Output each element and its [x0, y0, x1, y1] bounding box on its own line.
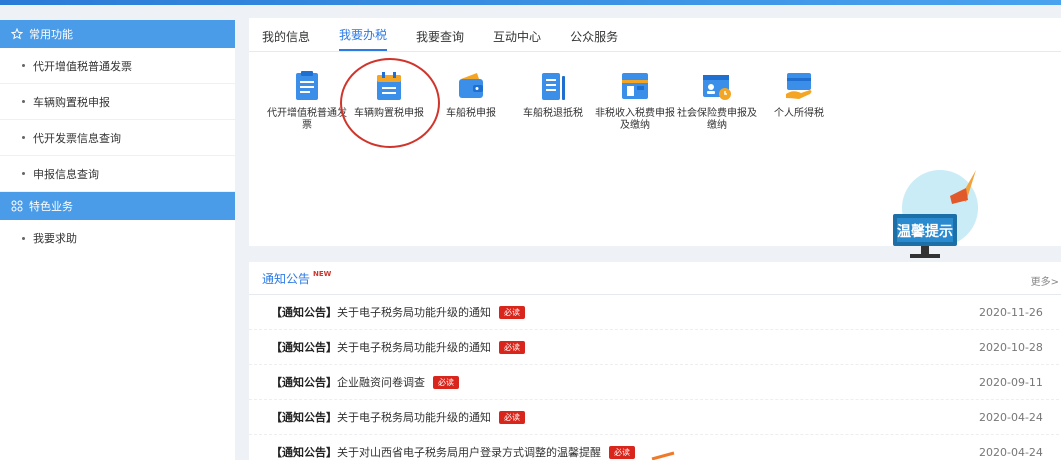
social-insurance-icon [703, 75, 731, 100]
sidebar-item-label: 申报信息查询 [33, 167, 99, 181]
notice-header: 通知公告 NEW 更多> [249, 262, 1061, 295]
tile-label: 车船税申报 [446, 108, 496, 119]
notice-date: 2020-04-24 [979, 410, 1043, 424]
tip-label: 温馨提示 [897, 223, 953, 240]
tile-label: 非税收入税费申报及缴纳 [595, 108, 675, 131]
sidebar: 常用功能 代开增值税普通发票 车辆购置税申报 代开发票信息查询 申报信息查询 特… [0, 20, 235, 460]
must-read-badge: 必读 [433, 375, 459, 389]
sidebar-item-label: 代开增值税普通发票 [33, 59, 132, 73]
notice-row[interactable]: 【通知公告】 关于电子税务局功能升级的通知 必读 2020-10-28 [249, 330, 1061, 365]
notice-row[interactable]: 【通知公告】 关于电子税务局功能升级的通知 必读 2020-04-24 [249, 400, 1061, 435]
sidebar-section-title: 常用功能 [29, 28, 73, 41]
non-tax-icon [622, 73, 648, 99]
tip-monitor-icon[interactable]: 温馨提示 [888, 168, 978, 260]
sidebar-item-vat-invoice[interactable]: 代开增值税普通发票 [0, 48, 235, 84]
notice-date: 2020-09-11 [979, 375, 1043, 389]
must-read-badge: 必读 [499, 340, 525, 354]
tab-bar: 我的信息 我要办税 我要查询 互动中心 公众服务 [249, 18, 1061, 52]
sidebar-item-help[interactable]: 我要求助 [0, 220, 235, 256]
tab-interaction[interactable]: 互动中心 [493, 28, 541, 51]
notice-date: 2020-04-24 [979, 445, 1043, 459]
tab-my-info[interactable]: 我的信息 [262, 28, 310, 51]
sidebar-section-special[interactable]: 特色业务 [0, 192, 235, 220]
sidebar-item-label: 代开发票信息查询 [33, 131, 121, 145]
tile-label: 社会保险费申报及缴纳 [677, 108, 757, 131]
tile-label: 个人所得税 [774, 108, 824, 119]
must-read-badge: 必读 [499, 305, 525, 319]
sidebar-item-label: 我要求助 [33, 232, 77, 245]
tile-non-tax[interactable]: 非税收入税费申报及缴纳 [594, 70, 676, 132]
tile-label: 车船税退抵税 [523, 108, 583, 119]
sidebar-item-declaration-query[interactable]: 申报信息查询 [0, 156, 235, 192]
tab-query[interactable]: 我要查询 [416, 28, 464, 51]
grid-icon [10, 199, 24, 213]
notice-category: 【通知公告】 [271, 306, 337, 319]
notice-row[interactable]: 【通知公告】 关于电子税务局功能升级的通知 必读 2020-11-26 [249, 295, 1061, 330]
top-bar [0, 0, 1061, 5]
tab-handle-tax[interactable]: 我要办税 [339, 26, 388, 51]
sidebar-item-invoice-query[interactable]: 代开发票信息查询 [0, 120, 235, 156]
notice-category: 【通知公告】 [271, 376, 337, 389]
star-icon [10, 27, 24, 41]
bullet-icon [22, 172, 25, 175]
red-annotation-circle [340, 58, 440, 148]
wallet-icon [459, 73, 483, 98]
orange-arrow-icon [651, 451, 675, 460]
new-badge: NEW [313, 270, 332, 278]
invoice-icon [296, 71, 318, 100]
tax-services-panel: 我的信息 我要办税 我要查询 互动中心 公众服务 代开增值税普通发票 车辆购置税… [249, 18, 1061, 258]
notice-text[interactable]: 关于电子税务局功能升级的通知 [337, 409, 491, 425]
tile-vessel-tax[interactable]: 车船税申报 [430, 70, 512, 132]
tile-label: 代开增值税普通发票 [267, 108, 347, 131]
tab-public-service[interactable]: 公众服务 [570, 28, 618, 51]
notice-title[interactable]: 通知公告 [262, 270, 310, 287]
sidebar-section-title: 特色业务 [29, 200, 73, 213]
notice-category: 【通知公告】 [271, 446, 337, 459]
tile-personal-tax[interactable]: 个人所得税 [758, 70, 840, 132]
notice-row[interactable]: 【通知公告】 企业融资问卷调查 必读 2020-09-11 [249, 365, 1061, 400]
notice-text[interactable]: 关于电子税务局功能升级的通知 [337, 304, 491, 320]
bullet-icon [22, 236, 25, 240]
refund-icon [542, 73, 565, 100]
notice-date: 2020-11-26 [979, 305, 1043, 319]
must-read-badge: 必读 [609, 445, 635, 459]
tile-vat-invoice[interactable]: 代开增值税普通发票 [266, 70, 348, 132]
notice-category: 【通知公告】 [271, 411, 337, 424]
bullet-icon [22, 136, 25, 139]
sidebar-item-label: 车辆购置税申报 [33, 95, 110, 109]
sidebar-item-vehicle-tax[interactable]: 车辆购置税申报 [0, 84, 235, 120]
notice-date: 2020-10-28 [979, 340, 1043, 354]
notice-category: 【通知公告】 [271, 341, 337, 354]
personal-tax-icon [786, 73, 812, 99]
tile-social-insurance[interactable]: 社会保险费申报及缴纳 [676, 70, 758, 132]
bullet-icon [22, 64, 25, 67]
must-read-badge: 必读 [499, 410, 525, 424]
notice-text[interactable]: 关于对山西省电子税务局用户登录方式调整的温馨提醒 [337, 444, 601, 460]
more-link[interactable]: 更多> [1031, 273, 1059, 288]
tile-vessel-refund[interactable]: 车船税退抵税 [512, 70, 594, 132]
bullet-icon [22, 100, 25, 103]
notice-text[interactable]: 关于电子税务局功能升级的通知 [337, 339, 491, 355]
notice-text[interactable]: 企业融资问卷调查 [337, 374, 425, 390]
notice-panel: 通知公告 NEW 更多> 【通知公告】 关于电子税务局功能升级的通知 必读 20… [249, 262, 1061, 460]
sidebar-section-common[interactable]: 常用功能 [0, 20, 235, 48]
